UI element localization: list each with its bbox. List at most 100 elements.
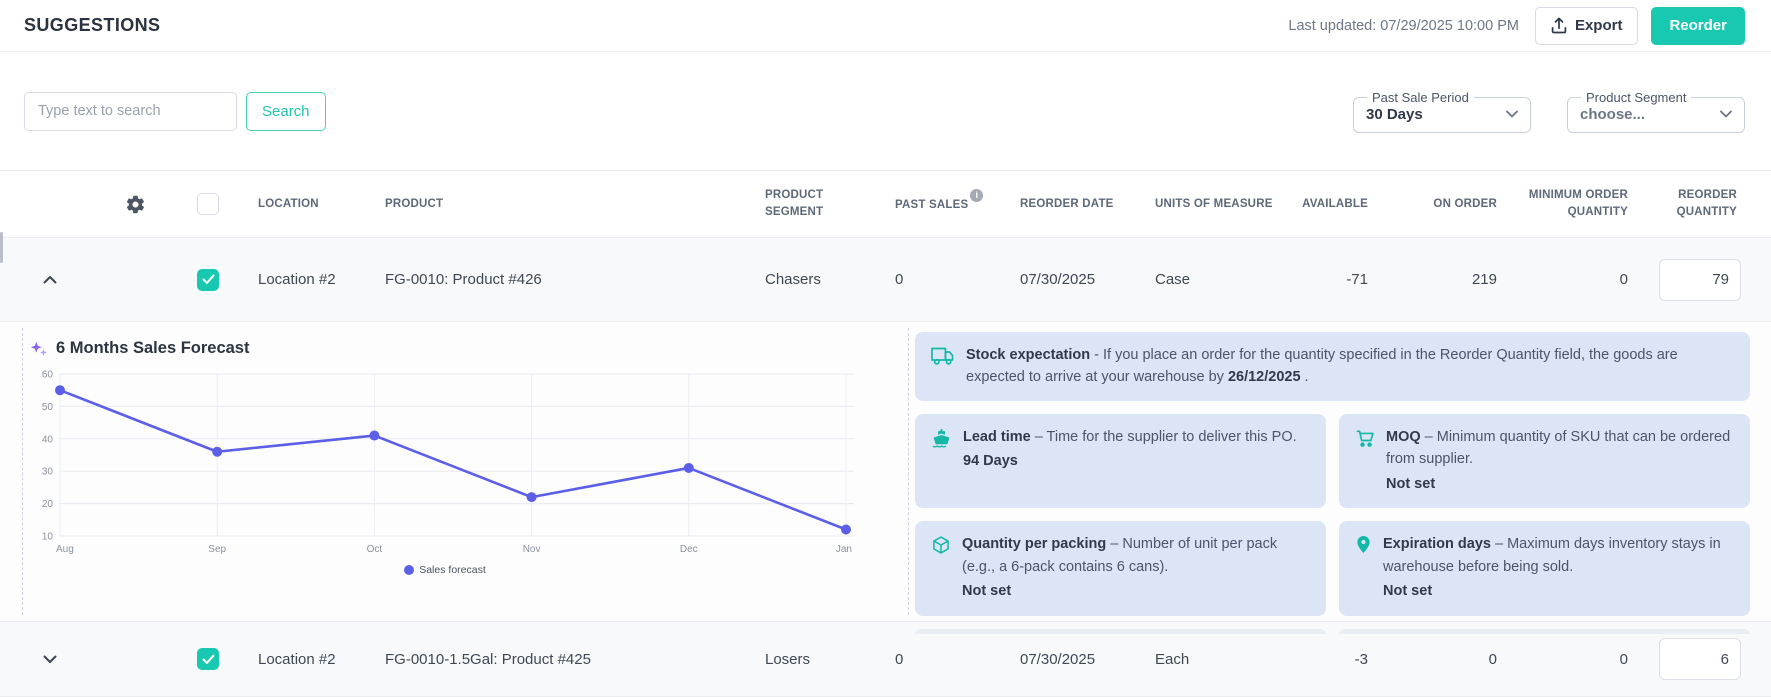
row-detail-panel: 6 Months Sales Forecast 605040302010AugS… [0, 322, 1771, 622]
column-header-product[interactable]: PRODUCT [373, 196, 753, 213]
reorder-quantity-input[interactable] [1659, 638, 1741, 680]
moq-value: Not set [1386, 473, 1734, 495]
row-product: FG-0010-1.5Gal: Product #425 [373, 651, 753, 668]
moq-card: MOQ – Minimum quantity of SKU that can b… [1339, 414, 1750, 508]
svg-text:30: 30 [42, 467, 54, 478]
ship-icon [931, 426, 952, 495]
expand-row-button[interactable] [35, 644, 65, 674]
past-sale-period-select[interactable]: Past Sale Period 30 Days [1353, 90, 1531, 133]
svg-text:40: 40 [42, 434, 54, 445]
stock-expectation-text: Stock expectation - If you place an orde… [966, 344, 1734, 389]
row-past-sales: 0 [883, 271, 1008, 288]
truck-icon [931, 344, 955, 389]
row-location: Location #2 [246, 651, 373, 668]
partial-card-top [1339, 629, 1750, 634]
pin-icon [1355, 533, 1372, 602]
row-reorder-date: 07/30/2025 [1008, 651, 1143, 668]
svg-text:Sep: Sep [208, 544, 226, 555]
row-location: Location #2 [246, 271, 373, 288]
svg-text:20: 20 [42, 499, 54, 510]
check-icon [202, 654, 215, 665]
svg-text:60: 60 [42, 370, 54, 381]
top-bar: SUGGESTIONS Last updated: 07/29/2025 10:… [0, 0, 1771, 52]
legend-dot [404, 565, 414, 575]
chevron-down-icon [1506, 110, 1518, 118]
partial-cards [915, 629, 1750, 634]
search-button[interactable]: Search [246, 92, 326, 131]
row-on-order: 0 [1378, 651, 1507, 668]
row-uom: Each [1143, 651, 1298, 668]
stock-expectation-card: Stock expectation - If you place an orde… [915, 332, 1750, 401]
last-updated-text: Last updated: 07/29/2025 10:00 PM [1288, 18, 1519, 34]
sales-forecast-chart: 60 50 40 30 20 10Aug Sep Oct Nov Dec Jan [30, 366, 880, 563]
package-icon [931, 533, 951, 602]
search-group: Search [24, 92, 326, 131]
past-sale-period-value: 30 Days [1366, 106, 1423, 123]
column-header-reorder-qty[interactable]: REORDER QUANTITY [1638, 187, 1741, 220]
svg-text:Nov: Nov [523, 544, 541, 555]
collapse-row-button[interactable] [35, 265, 65, 295]
svg-text:Aug: Aug [56, 544, 74, 555]
svg-text:Jan: Jan [836, 544, 852, 555]
column-header-reorder-date[interactable]: REORDER DATE [1008, 196, 1143, 213]
svg-text:50: 50 [42, 402, 54, 413]
row-segment: Chasers [753, 271, 883, 288]
table-row: Location #2 FG-0010: Product #426 Chaser… [0, 238, 1771, 322]
column-header-min-order-qty[interactable]: MINIMUM ORDER QUANTITY [1507, 187, 1638, 220]
info-icon[interactable]: i [970, 189, 983, 202]
export-icon [1551, 17, 1567, 34]
row-on-order: 219 [1378, 271, 1507, 288]
row-available: -71 [1298, 271, 1378, 288]
svg-text:10: 10 [42, 532, 54, 543]
column-header-uom[interactable]: UNITS OF MEASURE [1143, 196, 1298, 213]
column-header-available[interactable]: AVAILABLE [1298, 196, 1378, 213]
gear-icon [125, 194, 146, 215]
chevron-up-icon [43, 275, 57, 284]
lead-time-value: 94 Days [963, 450, 1297, 472]
select-all-checkbox[interactable] [197, 193, 219, 215]
check-icon [202, 274, 215, 285]
page-title: SUGGESTIONS [24, 15, 160, 36]
expiration-days-card: Expiration days – Maximum days inventory… [1339, 521, 1750, 615]
row-min-order-qty: 0 [1507, 271, 1638, 288]
filter-selects: Past Sale Period 30 Days Product Segment… [1353, 90, 1745, 133]
row-available: -3 [1298, 651, 1378, 668]
detail-cards-section: Stock expectation - If you place an orde… [880, 322, 1771, 621]
column-settings-button[interactable] [125, 194, 146, 215]
chart-legend: Sales forecast [30, 564, 860, 576]
row-reorder-date: 07/30/2025 [1008, 271, 1143, 288]
product-segment-value: choose... [1580, 106, 1645, 123]
vertical-scrollbar-thumb[interactable] [0, 232, 3, 263]
partial-card-top [915, 629, 1326, 634]
panel-guide-line [908, 328, 909, 615]
chevron-down-icon [43, 655, 57, 664]
table-header-row: LOCATION PRODUCT PRODUCT SEGMENT PAST SA… [0, 171, 1771, 238]
product-segment-label: Product Segment [1581, 90, 1691, 105]
reorder-quantity-input[interactable] [1659, 259, 1741, 301]
panel-guide-line [22, 328, 23, 615]
column-header-segment[interactable]: PRODUCT SEGMENT [753, 187, 883, 220]
expiration-days-value: Not set [1383, 580, 1734, 602]
reorder-button[interactable]: Reorder [1651, 7, 1745, 45]
sparkles-icon [30, 340, 48, 358]
cart-icon [1355, 426, 1375, 495]
forecast-section: 6 Months Sales Forecast 605040302010AugS… [0, 322, 880, 621]
legend-label: Sales forecast [419, 564, 486, 576]
column-header-location[interactable]: LOCATION [246, 196, 373, 213]
product-segment-select[interactable]: Product Segment choose... [1567, 90, 1745, 133]
row-checkbox[interactable] [197, 648, 219, 670]
search-input[interactable] [24, 92, 237, 131]
column-header-past-sales[interactable]: PAST SALESi [883, 194, 1008, 213]
filter-bar: Search Past Sale Period 30 Days Product … [0, 52, 1771, 171]
quantity-per-packing-value: Not set [962, 580, 1310, 602]
svg-text:Dec: Dec [680, 544, 698, 555]
top-bar-actions: Last updated: 07/29/2025 10:00 PM Export… [1288, 7, 1745, 45]
column-header-on-order[interactable]: ON ORDER [1378, 196, 1507, 213]
export-button[interactable]: Export [1535, 7, 1639, 45]
export-button-label: Export [1575, 17, 1623, 34]
chevron-down-icon [1720, 110, 1732, 118]
quantity-per-packing-card: Quantity per packing – Number of unit pe… [915, 521, 1326, 615]
lead-time-card: Lead time – Time for the supplier to del… [915, 414, 1326, 508]
row-checkbox[interactable] [197, 269, 219, 291]
svg-text:Oct: Oct [367, 544, 383, 555]
